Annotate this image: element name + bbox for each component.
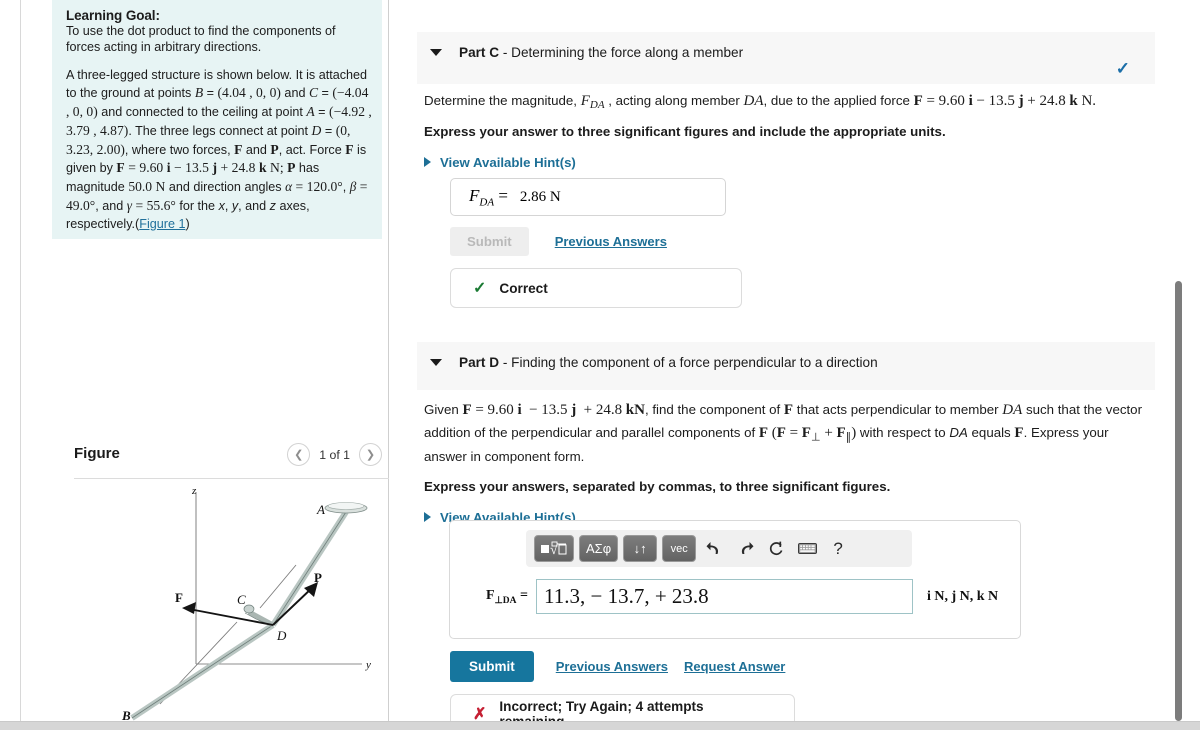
part-d-separator: -: [499, 355, 512, 370]
part-c-separator: -: [499, 45, 512, 60]
part-c-label: Part C: [459, 45, 500, 60]
part-d-answer-row: F⊥DA = 11.3, − 13.7, + 23.8 i N, j N, k …: [450, 579, 1022, 614]
part-c-instruction: Express your answer to three significant…: [424, 123, 946, 139]
part-c-verdict-text: Correct: [499, 280, 548, 296]
part-c-body: Determine the magnitude, FDA , acting al…: [424, 90, 1144, 170]
part-c-verdict: ✓ Correct: [450, 268, 742, 308]
part-c-previous-answers-link[interactable]: Previous Answers: [555, 234, 667, 249]
part-d-body: Given F = 9.60 i − 13.5 j + 24.8 kN, fin…: [424, 399, 1152, 525]
part-d-answer-units: i N, j N, k N: [927, 588, 999, 604]
redo-arrow-glyph: [741, 542, 754, 554]
page-root: Learning Goal: To use the dot product to…: [0, 0, 1200, 730]
figure-nav: ❮ 1 of 1 ❯: [287, 443, 382, 466]
part-d-request-answer-link[interactable]: Request Answer: [684, 659, 785, 674]
figure-image: z y A B C D F P: [74, 482, 409, 722]
figure-divider: [74, 478, 396, 479]
math-toolbar: √ ΑΣφ ↓↑ vec ?: [526, 530, 912, 567]
learning-goal-subtitle: To use the dot product to find the compo…: [66, 24, 336, 54]
learning-goal-box: Learning Goal: To use the dot product to…: [52, 0, 382, 239]
part-c-answer-display: FDA = 2.86 N: [450, 178, 726, 216]
part-d-subtitle: Finding the component of a force perpend…: [511, 355, 878, 370]
svg-text:z: z: [191, 485, 197, 497]
part-d-header[interactable]: Part D - Finding the component of a forc…: [417, 342, 1155, 390]
radical-template-icon: √: [541, 541, 567, 557]
part-c-prompt: Determine the magnitude, FDA , acting al…: [424, 93, 1097, 111]
svg-text:C: C: [237, 592, 246, 607]
greek-symbols-key[interactable]: ΑΣφ: [579, 535, 619, 562]
vertical-scrollbar[interactable]: [1175, 281, 1182, 721]
svg-text:B: B: [121, 708, 131, 722]
svg-text:y: y: [365, 659, 371, 671]
svg-text:A: A: [316, 502, 325, 517]
part-d-answer-input[interactable]: 11.3, − 13.7, + 23.8: [536, 579, 913, 614]
check-icon: ✓: [473, 280, 487, 297]
part-c-subtitle: Determining the force along a member: [511, 45, 744, 60]
part-c-answer-symbol: FDA =: [469, 185, 508, 209]
undo-icon[interactable]: [701, 536, 727, 562]
part-c-header[interactable]: Part C - Determining the force along a m…: [417, 32, 1155, 84]
part-c-title: Part C - Determining the force along a m…: [459, 45, 743, 60]
part-d-instruction: Express your answers, separated by comma…: [424, 478, 891, 494]
part-d-label: Part D: [459, 355, 500, 370]
part-c-actions: Submit Previous Answers: [450, 227, 667, 256]
left-panel: Learning Goal: To use the dot product to…: [21, 0, 396, 722]
figure-next-button[interactable]: ❯: [359, 443, 382, 466]
vector-key[interactable]: vec: [662, 535, 697, 562]
part-c-answer-value: 2.86 N: [519, 188, 561, 205]
learning-goal-body: A three-legged structure is shown below.…: [66, 67, 372, 231]
reset-circle-glyph: [770, 541, 783, 555]
part-d-previous-answers-link[interactable]: Previous Answers: [556, 659, 668, 674]
figure-header: Figure ❮ 1 of 1 ❯: [74, 443, 396, 473]
part-d-submit-button[interactable]: Submit: [450, 651, 534, 682]
svg-text:P: P: [314, 570, 322, 585]
learning-goal-title: Learning Goal:: [66, 8, 160, 23]
reset-icon[interactable]: [763, 536, 789, 562]
figure-title: Figure: [74, 445, 120, 462]
figure-counter: 1 of 1: [319, 447, 350, 462]
keyboard-icon[interactable]: [794, 536, 820, 562]
part-d-answer-value: 11.3, − 13.7, + 23.8: [544, 584, 709, 608]
horizontal-scrollbar-track[interactable]: [0, 722, 1200, 730]
caret-down-icon[interactable]: [430, 49, 442, 56]
part-d-answer-panel: √ ΑΣφ ↓↑ vec ? F⊥DA = 11.3, − 13.7, + 23…: [449, 520, 1021, 639]
part-d-answer-symbol: F⊥DA =: [485, 587, 528, 606]
sub-superscript-key[interactable]: ↓↑: [623, 535, 658, 562]
figure-prev-button[interactable]: ❮: [287, 443, 311, 466]
triangle-right-icon: [424, 157, 431, 168]
svg-text:D: D: [276, 628, 287, 643]
triangle-right-icon: [424, 512, 431, 523]
help-icon[interactable]: ?: [825, 536, 851, 562]
part-c-submit-button[interactable]: Submit: [450, 227, 529, 256]
three-legged-structure-diagram: z y A B C D F P: [121, 485, 371, 722]
undo-arrow-glyph: [706, 542, 718, 554]
part-d-title: Part D - Finding the component of a forc…: [459, 355, 878, 370]
svg-text:F: F: [175, 590, 183, 605]
part-c-hint-link[interactable]: View Available Hint(s): [424, 155, 1144, 170]
part-d-actions: Submit Previous Answers Request Answer: [450, 651, 785, 682]
part-c-status-check-icon: ✓: [1115, 59, 1130, 78]
redo-icon[interactable]: [732, 536, 758, 562]
part-c-hint-label: View Available Hint(s): [440, 154, 576, 170]
part-d-prompt: Given F = 9.60 i − 13.5 j + 24.8 kN, fin…: [424, 402, 1143, 465]
template-radical-key[interactable]: √: [534, 535, 574, 562]
caret-down-icon[interactable]: [430, 359, 442, 366]
right-panel: Part C - Determining the force along a m…: [389, 0, 1200, 730]
keyboard-glyph: [797, 543, 817, 554]
